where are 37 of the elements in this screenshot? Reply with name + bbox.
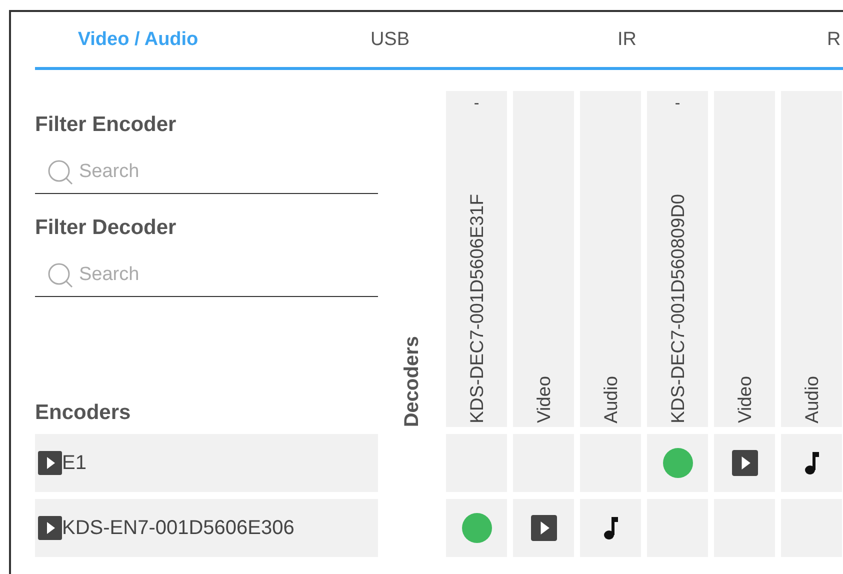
encoders-label: Encoders: [35, 401, 132, 425]
search-field[interactable]: Search: [77, 160, 361, 184]
tab[interactable]: USB: [241, 12, 539, 67]
decoder-name: KDS-DEC7-001D5606E31F: [466, 194, 488, 423]
tab[interactable]: IR: [539, 12, 715, 67]
status-dot: [662, 448, 692, 478]
encoder-row[interactable]: E1: [35, 434, 378, 492]
matrix-cell[interactable]: [781, 434, 842, 492]
tab[interactable]: R: [715, 12, 843, 67]
play-icon: [530, 515, 556, 541]
decoder-name: KDS-DEC7-001D560809D0: [666, 194, 688, 423]
search-icon: [47, 159, 73, 185]
status-text: -: [674, 95, 680, 113]
filter-label: Filter Decoder: [35, 216, 178, 240]
encoder-name: KDS-EN7-001D5606E306: [62, 516, 294, 540]
filter-label: Filter Encoder: [35, 113, 178, 137]
encoder-row[interactable]: KDS-EN7-001D5606E306: [35, 499, 378, 557]
search-icon: [47, 262, 73, 288]
play-icon: [38, 451, 62, 475]
channel-label: Audio: [600, 376, 622, 423]
music-note-icon: [804, 450, 820, 476]
channel-label: Video: [734, 376, 756, 423]
matrix-cell[interactable]: [580, 499, 641, 557]
matrix-cell[interactable]: [446, 499, 507, 557]
decoders-label: Decoders: [400, 336, 424, 427]
encoder-name: E1: [62, 452, 86, 474]
play-icon: [38, 516, 62, 540]
music-note-icon: [602, 515, 618, 541]
matrix-cell[interactable]: [513, 499, 574, 557]
matrix-cell[interactable]: [647, 434, 708, 492]
channel-label: Audio: [800, 376, 822, 423]
search-field[interactable]: Search: [77, 263, 361, 287]
status-dot: [462, 513, 492, 543]
status-text: -: [474, 95, 480, 113]
channel-label: Video: [532, 376, 554, 423]
play-icon: [732, 450, 758, 476]
matrix-cell[interactable]: [714, 434, 775, 492]
